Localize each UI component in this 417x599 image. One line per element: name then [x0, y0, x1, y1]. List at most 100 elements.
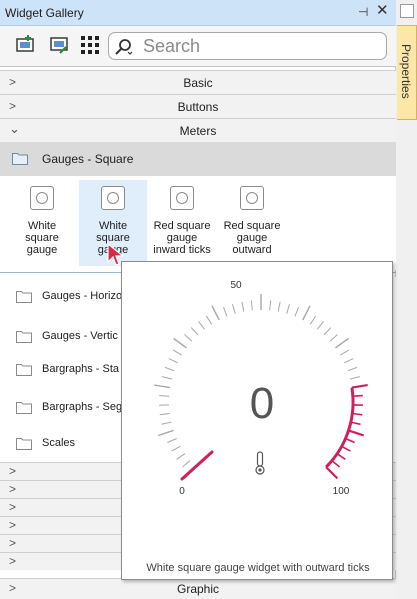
- gauge-tick: [343, 358, 354, 364]
- gauge-tick: [241, 301, 245, 312]
- grid-view-icon[interactable]: [78, 33, 102, 57]
- gauge-icon: [240, 186, 264, 210]
- properties-tab-label: Properties: [399, 44, 413, 99]
- widget-red-square-gauge-inward[interactable]: Red square gauge inward ticks: [148, 180, 216, 266]
- gauge-tick: [167, 438, 177, 443]
- gauge-tick: [302, 305, 311, 321]
- properties-tab[interactable]: Properties: [397, 25, 417, 120]
- search-input[interactable]: Search: [143, 36, 200, 57]
- gauge-icon: [30, 186, 54, 210]
- subcategory-gauges-square[interactable]: Gauges - Square: [0, 142, 396, 176]
- subcategory-label: Bargraphs - Sta: [42, 363, 120, 375]
- gauge-tick: [158, 429, 174, 437]
- gauge-tick: [269, 300, 272, 311]
- widget-red-square-gauge-outward[interactable]: Red square gauge outward: [218, 180, 286, 266]
- gauge-tick: [250, 300, 253, 311]
- gauge-tick: [349, 376, 360, 380]
- gauge-tick: [198, 321, 205, 330]
- category-label: Buttons: [177, 100, 219, 114]
- gauge-tick: [154, 384, 171, 389]
- gauge-tick: [348, 429, 365, 437]
- search-box[interactable]: Search: [108, 32, 387, 60]
- gauge-icon: [170, 186, 194, 210]
- folder-icon: [16, 291, 32, 303]
- category-label: Graphic: [176, 582, 220, 596]
- gauge-tick: [277, 301, 281, 312]
- subcategory-label: Bargraphs - Seg: [42, 401, 122, 413]
- folder-icon: [16, 331, 32, 343]
- widget-label: Whitesquaregauge: [25, 220, 59, 256]
- widget-white-square-gauge[interactable]: White square gauge: [8, 180, 76, 266]
- gauge-tick: [325, 466, 339, 480]
- gauge-tick: [162, 376, 173, 380]
- widget-label: Red square gauge outward: [223, 220, 281, 256]
- gauge-tick: [286, 303, 290, 314]
- gauge-tick: [182, 460, 191, 468]
- gauge-preview: 50 0 100 0: [154, 280, 368, 497]
- chevron-right-icon: >: [9, 500, 17, 514]
- subcategory-label: Gauges - Vertic: [42, 330, 118, 342]
- chevron-right-icon: >: [9, 518, 17, 532]
- gauge-tick: [232, 303, 236, 314]
- gauge-tick: [323, 327, 332, 336]
- gauge-needle: [180, 450, 214, 481]
- gauge-tick: [317, 321, 324, 330]
- close-icon[interactable]: ✕: [376, 3, 389, 19]
- gauge-tick: [347, 366, 358, 372]
- folder-icon: [16, 402, 32, 414]
- edit-widget-icon[interactable]: [48, 33, 72, 57]
- side-pin-icon[interactable]: [400, 4, 414, 18]
- widget-label: Red square gauge inward ticks: [153, 220, 211, 256]
- gauge-tick: [173, 337, 188, 349]
- widget-list: Whitesquaregauge Whitesquaregauge Red sq…: [0, 176, 396, 270]
- gauge-tick: [294, 307, 299, 317]
- gauge-tick: [172, 349, 183, 356]
- subcategory-label: Gauges - Horizo: [42, 290, 122, 302]
- category-label: Meters: [179, 124, 217, 138]
- gauge-tick: [329, 334, 338, 342]
- pin-icon[interactable]: ⊣: [358, 5, 368, 19]
- chevron-right-icon: >: [9, 464, 17, 478]
- chevron-right-icon: >: [9, 554, 17, 568]
- add-widget-icon[interactable]: [14, 33, 38, 57]
- gauge-tick: [223, 307, 228, 317]
- gauge-tick: [351, 384, 368, 389]
- thermometer-icon: [255, 451, 265, 475]
- toolbar-divider: [0, 66, 396, 67]
- gauge-value: 0: [250, 379, 274, 428]
- folder-icon: [12, 153, 28, 165]
- gauge-tick: [309, 315, 317, 325]
- gauge-tick: [159, 413, 170, 416]
- category-buttons[interactable]: > Buttons: [0, 94, 396, 118]
- gauge-tick: [161, 421, 172, 425]
- folder-icon: [16, 438, 32, 450]
- gauge-tick: [334, 337, 349, 349]
- gauge-tick: [205, 315, 213, 325]
- gauge-tick: [171, 445, 181, 452]
- gauge-tick: [164, 366, 175, 372]
- category-meters[interactable]: ⌄ Meters: [0, 118, 396, 142]
- folder-icon: [16, 364, 32, 376]
- gauge-tick: [211, 305, 220, 321]
- panel-titlebar: Widget Gallery ⊣ ✕: [0, 0, 396, 26]
- chevron-right-icon: >: [9, 482, 17, 496]
- panel-title: Widget Gallery: [5, 6, 84, 20]
- category-label: Basic: [183, 76, 213, 90]
- gauge-tick: [168, 358, 179, 364]
- gauge-mid-label: 50: [230, 280, 242, 291]
- gauge-min-label: 0: [179, 486, 185, 497]
- tooltip-caption: White square gauge widget with outward t…: [146, 562, 370, 574]
- gauge-tick: [184, 334, 193, 342]
- category-basic[interactable]: > Basic: [0, 70, 396, 94]
- chevron-right-icon: >: [9, 536, 17, 550]
- gauge-tick: [190, 327, 199, 336]
- subcategory-label: Scales: [42, 437, 76, 449]
- gauge-icon: [101, 186, 125, 210]
- category-graphic[interactable]: > Graphic: [0, 578, 396, 599]
- widget-preview-tooltip: 50 0 100 0 White square gauge widget wit…: [121, 261, 393, 580]
- subcategory-label: Gauges - Square: [42, 152, 134, 166]
- gauge-tick: [176, 453, 186, 460]
- gauge-max-label: 100: [333, 486, 350, 497]
- gauge-tick: [159, 395, 170, 397]
- gauge-tick: [339, 349, 350, 356]
